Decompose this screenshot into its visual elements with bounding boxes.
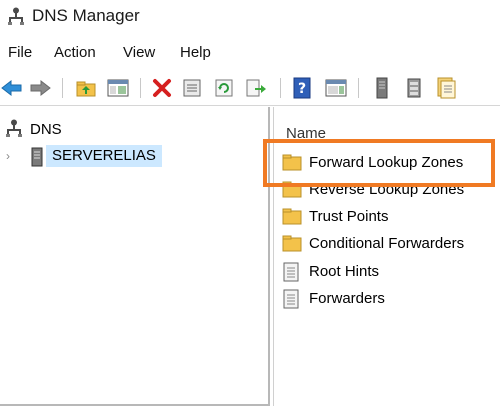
window-title: DNS Manager (32, 6, 140, 25)
refresh-icon[interactable] (212, 76, 236, 100)
console-tree-pane[interactable]: DNS › SERVERELIAS (0, 107, 270, 406)
list-item-label: Root Hints (309, 263, 380, 280)
folder-icon (282, 207, 302, 230)
help-icon[interactable]: ? (290, 76, 314, 100)
up-folder-icon[interactable] (74, 76, 98, 100)
delete-icon[interactable] (150, 76, 174, 100)
list-item[interactable]: Forwarders (282, 287, 497, 311)
list-item-label: Trust Points (309, 208, 389, 225)
menu-file[interactable]: File (8, 44, 32, 61)
menu-bar: File Action View Help (0, 40, 500, 64)
server-selection-highlight: SERVERELIAS (46, 145, 162, 167)
list-item[interactable]: Root Hints (282, 260, 497, 284)
list-item[interactable]: Trust Points (282, 205, 497, 229)
toolbar-separator (62, 78, 63, 98)
show-hide-console-tree-icon[interactable] (106, 76, 130, 100)
server-icon (31, 147, 43, 172)
back-arrow-icon[interactable] (0, 76, 24, 100)
tree-item-server[interactable]: › SERVERELIAS (6, 145, 176, 167)
list-item-label: Forwarders (309, 290, 385, 307)
server-label: SERVERELIAS (52, 147, 156, 164)
new-record-icon[interactable] (434, 76, 458, 100)
forward-arrow-icon[interactable] (28, 76, 52, 100)
export-list-icon[interactable] (244, 76, 268, 100)
menu-help[interactable]: Help (180, 44, 211, 61)
tree-root-label: DNS (30, 121, 62, 138)
toolbar-separator (140, 78, 141, 98)
toolbar-separator (280, 78, 281, 98)
list-item-label: Conditional Forwarders (309, 235, 465, 252)
dns-app-icon (8, 7, 24, 25)
show-hide-action-pane-icon[interactable] (324, 76, 348, 100)
highlight-annotation-box (263, 139, 495, 187)
menu-view[interactable]: View (123, 44, 155, 61)
properties-icon[interactable] (180, 76, 204, 100)
menu-action[interactable]: Action (54, 44, 96, 61)
document-icon (282, 262, 300, 287)
list-item[interactable]: Conditional Forwarders (282, 232, 497, 256)
svg-text:?: ? (298, 81, 306, 97)
document-icon (282, 289, 300, 314)
chevron-right-icon[interactable]: › (6, 149, 10, 163)
toolbar: ? (0, 70, 500, 106)
folder-icon (282, 234, 302, 257)
server-icon[interactable] (370, 76, 394, 100)
dns-tree-icon (6, 119, 22, 142)
zone-icon[interactable] (402, 76, 426, 100)
title-bar: DNS Manager (0, 0, 500, 34)
toolbar-separator (358, 78, 359, 98)
